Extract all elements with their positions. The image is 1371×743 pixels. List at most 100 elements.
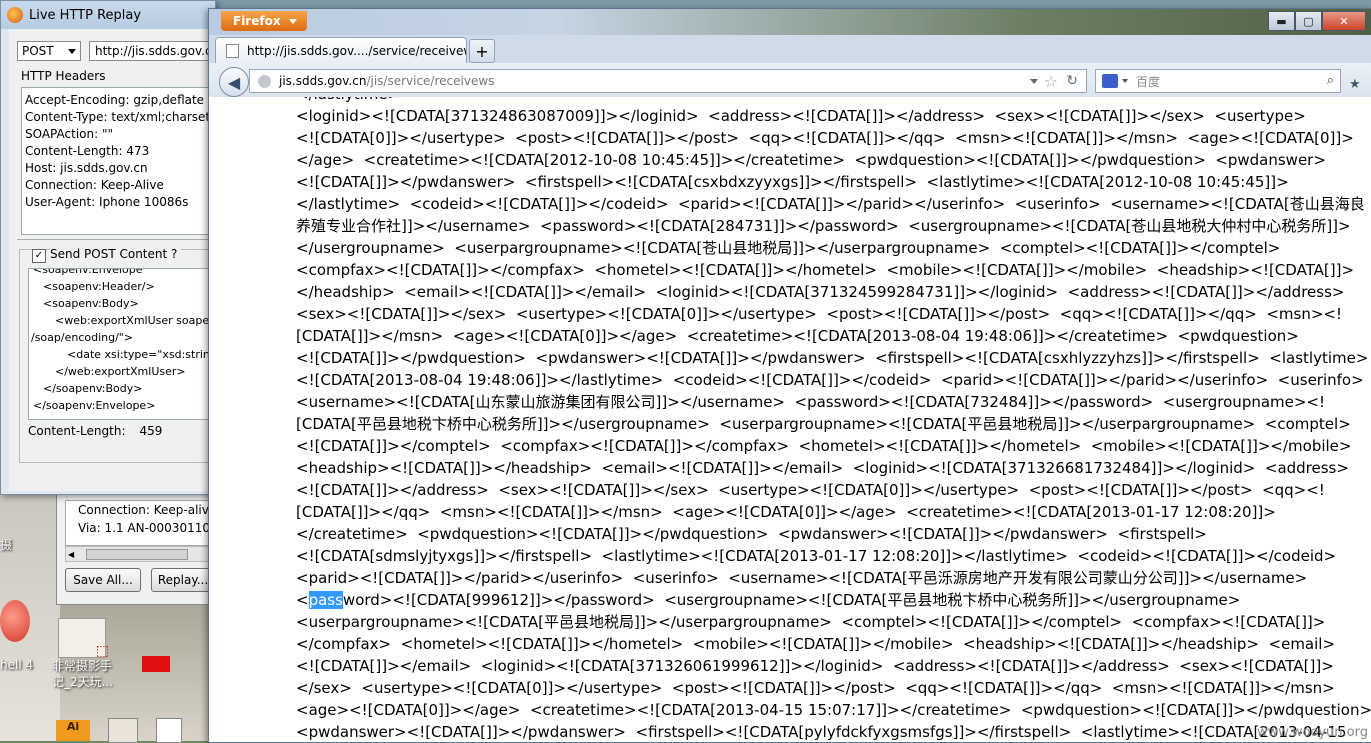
- response-headers-box: Connection: Keep-alive Via: 1.1 AN-00030…: [65, 500, 229, 546]
- desktop-label-shell: hell 4: [0, 658, 34, 672]
- xml-line: <userpargroupname><![CDATA[平邑县地税局]]></us…: [296, 613, 1326, 631]
- send-post-checkbox[interactable]: ✓: [32, 249, 46, 263]
- red-file-icon[interactable]: [142, 656, 170, 672]
- method-value: POST: [22, 44, 54, 58]
- xml-response-text: </lastlytime> <loginid><![CDATA[371324863…: [296, 97, 1371, 742]
- xml-line: 养殖专业合作社]]></username> <password><![CDATA…: [296, 217, 1351, 235]
- watermark: www.wooyun.org: [1256, 725, 1368, 740]
- xml-line: <sex><![CDATA[]]></sex> <usertype><![CDA…: [296, 305, 1342, 323]
- pdf-file-icon[interactable]: ⬚: [58, 618, 109, 659]
- replay-window-title: Live HTTP Replay: [29, 7, 142, 23]
- search-bar[interactable]: 百度 ⌕: [1095, 69, 1341, 93]
- bookmark-star-icon[interactable]: ☆: [1044, 72, 1058, 91]
- scrollbar-thumb[interactable]: [86, 549, 188, 560]
- chevron-down-icon[interactable]: [1122, 79, 1128, 83]
- save-all-button[interactable]: Save All...: [65, 568, 141, 592]
- header-line: SOAPAction: "": [25, 127, 114, 141]
- replay-title-bar[interactable]: Live HTTP Replay: [1, 1, 215, 29]
- xml-line: </headship> <email><![CDATA[]]></email> …: [296, 283, 1345, 301]
- url-host: jis.sdds.gov.cn: [279, 74, 367, 88]
- tab-strip: http://jis.sdds.gov..../service/receivew…: [209, 35, 1371, 63]
- globe-icon: [258, 74, 271, 88]
- post-line: /soap/encoding/">: [31, 331, 134, 344]
- xml-line: <![CDATA[]]></comptel> <compfax><![CDATA…: [296, 437, 1352, 455]
- xml-line: </createtime> <pwdquestion><![CDATA[]]><…: [296, 525, 1207, 543]
- back-button[interactable]: ◀: [219, 67, 249, 97]
- blank-file-icon[interactable]: [156, 718, 182, 743]
- firefox-menu-label: Firefox: [233, 14, 281, 28]
- xml-line: </compfax> <hometel><![CDATA[]]></homete…: [296, 635, 1336, 653]
- search-highlight: pass: [308, 591, 343, 609]
- xml-line: <age><![CDATA[0]]></age> <createtime><![…: [296, 701, 1371, 719]
- illustrator-file-icon[interactable]: Ai: [56, 720, 90, 741]
- search-icon[interactable]: ⌕: [1327, 73, 1334, 88]
- back-arrow-icon: ◀: [227, 72, 241, 92]
- post-line: <web:exportXmlUser soapenv:encodingStyle…: [55, 314, 216, 327]
- response-line: Connection: Keep-alive: [78, 503, 217, 517]
- response-line: Via: 1.1 AN-000301104: [78, 521, 218, 535]
- content-length-value: 459: [139, 424, 163, 438]
- content-length-label: Content-Length:: [28, 424, 126, 438]
- close-button[interactable]: ✕: [1322, 11, 1366, 31]
- xml-line: <![CDATA[0]]></usertype> <post><![CDATA[…: [296, 129, 1354, 147]
- bookmarks-icon[interactable]: ★: [1349, 77, 1361, 92]
- xml-line-rest: word><![CDATA[999612]]></password> <user…: [342, 591, 1241, 609]
- xml-line: [CDATA[]]></msn> <age><![CDATA[0]]></age…: [296, 327, 1299, 345]
- page-content: </lastlytime> <loginid><![CDATA[371324863…: [209, 97, 1371, 742]
- tab-receivews[interactable]: http://jis.sdds.gov..../service/receivew…: [215, 37, 467, 63]
- search-placeholder: 百度: [1136, 74, 1161, 89]
- xml-line: <![CDATA[sdmslyjtyxgs]]></firstspell> <l…: [296, 547, 1337, 565]
- history-dropdown-icon[interactable]: [1030, 79, 1038, 84]
- header-line: Accept-Encoding: gzip,deflate: [25, 93, 205, 107]
- xml-line: <password><![CDATA[999612]]></password> …: [296, 591, 1241, 609]
- xml-line: <headship><![CDATA[]]></headship> <email…: [296, 459, 1349, 477]
- desktop-label-doc: 非常摄影手 记_2天玩...: [52, 659, 114, 689]
- baidu-engine-icon[interactable]: [1102, 74, 1118, 88]
- shell-app-icon[interactable]: [0, 600, 30, 642]
- firefox-logo-icon: [7, 7, 23, 23]
- address-bar[interactable]: jis.sdds.gov.cn/jis/service/receivews ☆ …: [249, 69, 1087, 93]
- response-window: Connection: Keep-alive Via: 1.1 AN-00030…: [56, 493, 229, 605]
- url-path: /jis/service/receivews: [366, 74, 495, 88]
- url-input[interactable]: http://jis.sdds.gov.cn/jis/service/recei…: [89, 41, 215, 61]
- firefox-menu-button[interactable]: Firefox: [221, 11, 307, 31]
- post-line: <soapenv:Envelope: [33, 268, 143, 276]
- desktop-label-sc: 摄: [0, 538, 13, 552]
- new-tab-button[interactable]: +: [469, 39, 495, 63]
- maximize-button[interactable]: ▢: [1295, 11, 1322, 31]
- content-length-row: Content-Length: 459: [28, 424, 162, 438]
- post-content-textarea[interactable]: <soapenv:Envelope <soapenv:Header/> <soa…: [28, 268, 216, 420]
- firefox-window: Firefox ▬ ▢ ✕ http://jis.sdds.gov..../se…: [208, 8, 1371, 743]
- post-line: </web:exportXmlUser>: [55, 365, 186, 378]
- scroll-left-icon[interactable]: ◀: [68, 550, 74, 559]
- headers-textarea[interactable]: Accept-Encoding: gzip,deflate Content-Ty…: [21, 87, 215, 235]
- chevron-down-icon: [288, 18, 297, 24]
- replay-button[interactable]: Replay...: [151, 568, 215, 592]
- tab-title: http://jis.sdds.gov..../service/receivew…: [247, 43, 467, 58]
- xml-line: <loginid><![CDATA[371324863087009]]></lo…: [296, 107, 1306, 125]
- reload-icon[interactable]: ↻: [1066, 73, 1078, 89]
- header-line: Content-Type: text/xml;charset=UTF-8: [25, 110, 215, 124]
- header-line: Host: jis.sdds.gov.cn: [25, 161, 148, 175]
- doc-file-icon[interactable]: [108, 718, 138, 743]
- header-line: Content-Length: 473: [25, 144, 150, 158]
- xml-line: <username><![CDATA[山东蒙山旅游集团有限公司]]></user…: [296, 393, 1326, 411]
- send-post-label: Send POST Content ?: [50, 247, 182, 261]
- xml-line: <![CDATA[]]></pwdquestion> <pwdanswer><!…: [296, 349, 1369, 367]
- horizontal-scrollbar[interactable]: ◀: [65, 546, 217, 562]
- xml-line: <![CDATA[]]></pwdanswer> <firstspell><![…: [296, 173, 1289, 191]
- xml-line: [CDATA[]]></qq> <msn><![CDATA[]]></msn> …: [296, 503, 1276, 521]
- xml-line: <compfax><![CDATA[]]></compfax> <hometel…: [296, 261, 1355, 279]
- post-line: <soapenv:Body>: [43, 297, 139, 310]
- replay-body: POST http://jis.sdds.gov.cn/jis/service/…: [9, 29, 215, 491]
- method-select[interactable]: POST: [17, 41, 81, 61]
- xml-line: [CDATA[平邑县地税卞桥中心税务所]]></usergroupname> <…: [296, 415, 1351, 433]
- xml-line: </lastlytime> <codeid><![CDATA[]]></code…: [296, 195, 1365, 213]
- navigation-bar: ◀ jis.sdds.gov.cn/jis/service/receivews …: [209, 63, 1371, 98]
- post-line: <soapenv:Header/>: [43, 280, 155, 293]
- firefox-title-bar[interactable]: Firefox ▬ ▢ ✕: [209, 9, 1371, 35]
- minimize-button[interactable]: ▬: [1268, 11, 1295, 31]
- xml-line: <![CDATA[2013-08-04 19:48:06]]></lastlyt…: [296, 371, 1364, 389]
- post-content-group: ✓ Send POST Content ? <soapenv:Envelope …: [19, 247, 216, 463]
- xml-line: <![CDATA[]]></email> <loginid><![CDATA[3…: [296, 657, 1334, 675]
